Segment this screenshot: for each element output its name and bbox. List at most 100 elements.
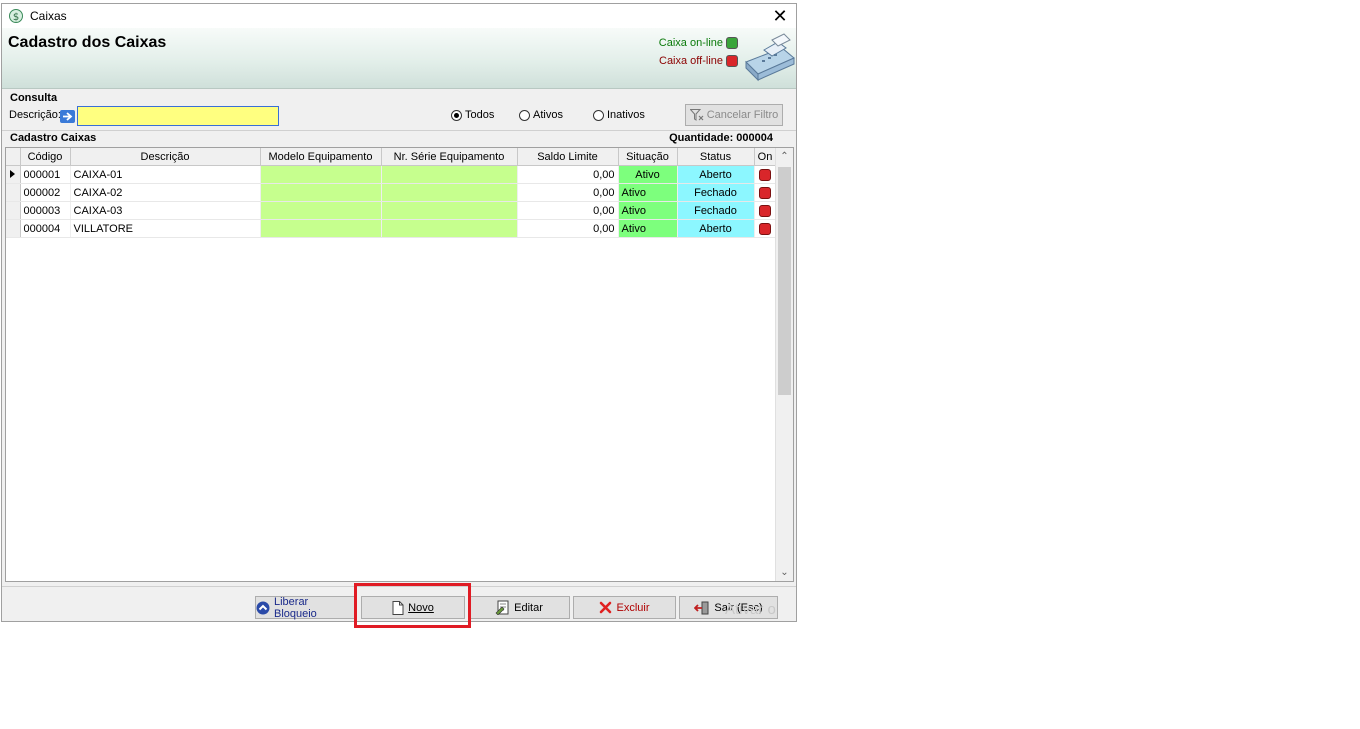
vertical-scrollbar[interactable]: ⌃ ⌄: [775, 148, 793, 581]
cell-modelo: [260, 183, 382, 202]
current-row-caret-icon: [10, 169, 16, 178]
row-indicator: [6, 219, 21, 238]
radio-inativos[interactable]: Inativos: [593, 109, 645, 121]
filter-clear-icon: [689, 109, 704, 121]
unlock-up-icon: [256, 601, 270, 614]
scroll-down-icon[interactable]: ⌄: [776, 564, 793, 581]
offline-indicator-icon: [759, 204, 771, 217]
table-header-row: Código Descrição Modelo Equipamento Nr. …: [6, 148, 777, 166]
col-modelo[interactable]: Modelo Equipamento: [260, 148, 382, 166]
cell-modelo: [260, 219, 382, 238]
novo-button[interactable]: Novo: [361, 596, 465, 619]
radio-inativos-label: Inativos: [607, 109, 645, 121]
table-row[interactable]: 000004 VILLATORE 0,00 Ativo Aberto: [6, 219, 777, 238]
cell-modelo: [260, 201, 382, 220]
scroll-up-icon[interactable]: ⌃: [776, 148, 793, 165]
col-serie[interactable]: Nr. Série Equipamento: [381, 148, 518, 166]
table-row[interactable]: 000003 CAIXA-03 0,00 Ativo Fechado: [6, 201, 777, 220]
new-document-icon: [392, 600, 404, 615]
svg-text:$: $: [13, 12, 19, 23]
editar-button[interactable]: Editar: [468, 596, 570, 619]
cell-serie: [381, 165, 518, 184]
page-header: Cadastro dos Caixas Caixa on-line Caixa …: [2, 28, 796, 89]
excluir-button[interactable]: Excluir: [573, 596, 676, 619]
radio-ativos-label: Ativos: [533, 109, 563, 121]
offline-indicator-icon: [726, 55, 738, 67]
cash-register-icon: [745, 33, 795, 82]
col-saldo[interactable]: Saldo Limite: [517, 148, 619, 166]
col-status[interactable]: Status: [677, 148, 755, 166]
cell-saldo: 0,00: [517, 165, 619, 184]
cell-serie: [381, 219, 518, 238]
exit-door-icon: [694, 601, 709, 614]
col-codigo[interactable]: Código: [20, 148, 71, 166]
consulta-panel: Consulta Descrição: Todos Ativos Inativo…: [2, 90, 796, 131]
novo-label: Novo: [408, 601, 434, 614]
consulta-title: Consulta: [10, 92, 58, 104]
cell-serie: [381, 201, 518, 220]
cell-status: Fechado: [677, 183, 755, 202]
cell-descricao: CAIXA-03: [70, 201, 261, 220]
radio-dot: [519, 109, 530, 121]
sair-label: Sair (Esc): [714, 601, 763, 614]
col-situacao[interactable]: Situação: [618, 148, 678, 166]
cell-saldo: 0,00: [517, 219, 619, 238]
liberar-label: Liberar Bloqueio: [273, 595, 317, 620]
cell-codigo: 000003: [20, 201, 71, 220]
cell-situacao: Ativo: [618, 201, 678, 220]
cell-codigo: 000001: [20, 165, 71, 184]
descricao-label: Descrição:: [9, 109, 61, 121]
cell-descricao: CAIXA-01: [70, 165, 261, 184]
offline-indicator-icon: [759, 222, 771, 235]
table-row[interactable]: 000001 CAIXA-01 0,00 Ativo Aberto: [6, 165, 777, 184]
legend-online-label: Caixa on-line: [658, 37, 723, 49]
online-indicator-icon: [726, 37, 738, 49]
cell-codigo: 000004: [20, 219, 71, 238]
col-descricao[interactable]: Descrição: [70, 148, 261, 166]
cell-saldo: 0,00: [517, 183, 619, 202]
scroll-thumb[interactable]: [778, 167, 791, 395]
window-title: Caixas: [30, 9, 67, 23]
quantity-label: Quantidade: 000004: [669, 132, 773, 144]
table-row[interactable]: 000002 CAIXA-02 0,00 Ativo Fechado: [6, 183, 777, 202]
edit-document-icon: [495, 600, 509, 615]
close-icon[interactable]: ✕: [770, 6, 790, 26]
caixas-grid[interactable]: Código Descrição Modelo Equipamento Nr. …: [5, 147, 794, 582]
editar-label: Editar: [514, 601, 543, 614]
radio-todos[interactable]: Todos: [451, 109, 494, 121]
col-on[interactable]: On: [754, 148, 777, 166]
cell-saldo: 0,00: [517, 201, 619, 220]
arrow-right-icon: [60, 110, 75, 123]
row-indicator: [6, 165, 21, 184]
title-bar: $ Caixas ✕: [2, 4, 796, 28]
cell-status: Aberto: [677, 219, 755, 238]
cell-on: [754, 165, 777, 184]
app-money-icon: $: [9, 9, 23, 23]
cell-on: [754, 219, 777, 238]
cell-descricao: VILLATORE: [70, 219, 261, 238]
legend-offline-label: Caixa off-line: [659, 55, 723, 67]
cell-situacao: Ativo: [618, 183, 678, 202]
indicator-header: [6, 148, 21, 166]
radio-dot: [593, 109, 604, 121]
caixas-table: Código Descrição Modelo Equipamento Nr. …: [6, 148, 777, 238]
cell-on: [754, 201, 777, 220]
caixas-window: $ Caixas ✕ Cadastro dos Caixas Caixa on-…: [1, 3, 797, 622]
footer-toolbar: Liberar Bloqueio Novo Editar Excluir Sai…: [2, 586, 796, 623]
page-title: Cadastro dos Caixas: [8, 34, 167, 51]
cell-descricao: CAIXA-02: [70, 183, 261, 202]
descricao-input[interactable]: [77, 106, 279, 126]
cell-status: Aberto: [677, 165, 755, 184]
offline-indicator-icon: [759, 186, 771, 199]
cell-modelo: [260, 165, 382, 184]
sair-button[interactable]: Sair (Esc): [679, 596, 778, 619]
delete-x-icon: [600, 601, 612, 614]
cancel-filter-button[interactable]: Cancelar Filtro: [685, 104, 783, 126]
legend-offline: Caixa off-line: [659, 55, 738, 67]
radio-ativos[interactable]: Ativos: [519, 109, 563, 121]
grid-header-bar: Cadastro Caixas Quantidade: 000004: [10, 132, 773, 146]
liberar-bloqueio-button[interactable]: Liberar Bloqueio: [255, 595, 355, 620]
radio-dot: [451, 109, 462, 121]
grid-title: Cadastro Caixas: [10, 132, 97, 144]
cell-on: [754, 183, 777, 202]
